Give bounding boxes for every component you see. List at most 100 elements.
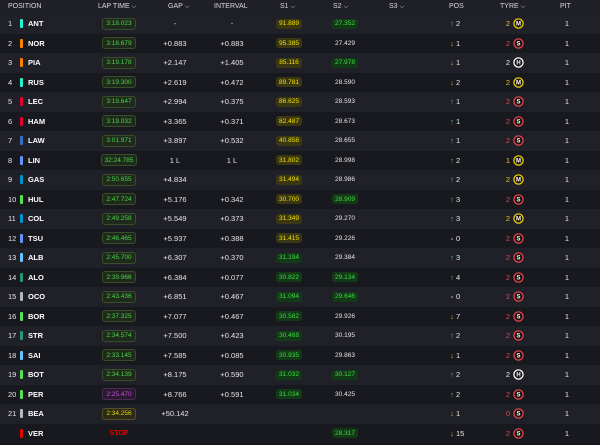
s2-sector: 29.863 (330, 346, 360, 366)
table-row[interactable]: 11 COL 2:49.258 +5.549 +0.373 31.349 29.270 ↑ 3 2… (0, 209, 600, 229)
s1-sector: 31.494 (274, 170, 304, 190)
tyre-compound-letter: S (516, 412, 520, 418)
lap-time: 3:19.178 (102, 53, 136, 73)
s1-sector: 86.625 (274, 92, 304, 112)
table-row[interactable]: 7 LAW 3:01.971 +3.897 +0.532 40.858 28.655 ↑ 1 2 S… (0, 131, 600, 151)
s2-sector: 28.317 (330, 424, 360, 444)
tyre-compound-icon: S (512, 34, 524, 54)
tyre-age: 2 (505, 389, 510, 399)
tyre-compound-letter: M (516, 158, 521, 164)
pit-count: 1 (564, 292, 570, 302)
pit-count: 1 (564, 233, 570, 243)
driver-code[interactable]: TSU (28, 229, 43, 249)
position-change: 1 (456, 58, 461, 68)
gap-value: +5.937 (163, 233, 187, 243)
table-row[interactable]: 21 BEA 2:34.256 +50.142 ↓ 1 0 S 1 (0, 404, 600, 424)
table-row[interactable]: 18 SAI 2:33.145 +7.585 +0.085 30.935 29.863 ↓ 1 2… (0, 345, 600, 366)
lap-time-pill: 3:18.023 (102, 17, 136, 30)
stop-label: STOP (109, 429, 129, 437)
header-gap[interactable]: GAP ⌵ (168, 3, 189, 11)
header-pos[interactable]: POS (449, 3, 464, 10)
header-s3[interactable]: S3 ⌵ (389, 3, 404, 11)
header-lap-time[interactable]: LAP TIME ⌵ (98, 3, 136, 11)
header-position[interactable]: POSITION (8, 3, 41, 10)
header-tyre[interactable]: TYRE ⌵ (500, 3, 525, 11)
driver-code[interactable]: STR (28, 326, 43, 346)
tyre-compound-letter: S (516, 236, 520, 242)
table-row[interactable]: 4 RUS 3:19.300 +2.619 +0.472 89.781 28.590 ↓ 2 2 M… (0, 72, 600, 93)
table-row[interactable]: 9 GAS 2:50.655 +4.834 31.494 28.986 ↑ 2 2 M 1 (0, 170, 600, 190)
table-row[interactable]: 6 HAM 3:19.032 +3.365 +0.371 82.487 28.673 ↑ 1 2 S… (0, 111, 600, 132)
lap-time: 32:24.785 (100, 151, 138, 171)
driver-code[interactable]: BOR (28, 307, 45, 327)
tyre-compound-icon: S (512, 385, 524, 405)
driver-code[interactable]: PER (28, 385, 43, 405)
interval-value: +0.591 (220, 389, 244, 399)
table-row[interactable]: 1 ANT 3:18.023- -91.889 27.352 ↑ 2 2 M 1 (0, 14, 600, 34)
tyre-age: 2 (505, 292, 510, 302)
s1-time: 30.468 (276, 330, 302, 341)
lap-time: 3:19.032 (102, 112, 136, 132)
s2-sector: 28.590 (330, 73, 360, 93)
header-interval[interactable]: INTERVAL (214, 3, 248, 10)
driver-code[interactable]: RUS (28, 73, 44, 93)
s1-time: 31.032 (276, 369, 302, 380)
driver-code[interactable]: LEC (28, 92, 43, 112)
tyre-compound-icon: M (512, 151, 524, 171)
table-row[interactable]: 16 BOR 2:37.325 +7.077 +0.467 30.582 29.926 ↓ 7 2… (0, 306, 600, 327)
driver-code[interactable]: HAM (28, 112, 45, 132)
interval-value: +0.467 (220, 311, 244, 321)
team-color-bar (20, 214, 23, 223)
interval-value: +0.373 (220, 214, 244, 224)
tyre-age: 2 (505, 77, 510, 87)
driver-code[interactable]: PIA (28, 53, 41, 73)
driver-code[interactable]: ALO (28, 268, 44, 288)
s2-time: 29.384 (335, 254, 355, 262)
table-row[interactable]: 14 ALO 2:39.966 +6.384 +0.077 30.822 29.134 ↑ 4 2… (0, 267, 600, 288)
team-color-bar (20, 370, 23, 379)
driver-code[interactable]: SAI (28, 346, 41, 366)
table-row[interactable]: 19 BOT 2:34.139 +8.175 +0.590 31.032 30.127 ↑ 2 2… (0, 365, 600, 385)
driver-code[interactable]: ANT (28, 14, 43, 34)
driver-code[interactable]: ALB (28, 248, 43, 268)
s2-sector (330, 404, 360, 424)
tyre-compound-icon: S (512, 307, 524, 327)
table-row[interactable]: 20 PER 2:25.470 +8.766 +0.591 31.034 30.425 ↑ 2 2… (0, 384, 600, 405)
driver-code[interactable]: BOT (28, 365, 44, 385)
driver-code[interactable]: GAS (28, 170, 44, 190)
driver-code[interactable]: COL (28, 209, 44, 229)
gap-value: +7.585 (163, 350, 187, 360)
chevron-down-icon: ⌵ (184, 4, 190, 10)
s1-time: 31.494 (276, 174, 302, 185)
table-row[interactable]: 5 LEC 3:19.647 +2.994 +0.375 86.625 28.593 ↑ 1 2 S… (0, 92, 600, 112)
driver-code[interactable]: NOR (28, 34, 45, 54)
table-row[interactable]: 10 HUL 2:47.724 +5.176 +0.342 30.700 28.909 ↑ 3 2… (0, 189, 600, 210)
lap-time-pill: 2:34.574 (102, 329, 136, 342)
table-row[interactable]: 15 OCO 2:43.436 +6.851 +0.467 31.094 29.646-0 2… (0, 287, 600, 307)
header-s2[interactable]: S2 ⌵ (333, 3, 348, 11)
driver-code[interactable]: OCO (28, 287, 45, 307)
lap-time: 3:18.023 (102, 14, 136, 34)
driver-code[interactable]: HUL (28, 190, 43, 210)
table-row[interactable]: 17 STR 2:34.574 +7.500 +0.423 30.468 30.195 ↑ 2 2… (0, 326, 600, 346)
driver-code[interactable]: LAW (28, 131, 45, 151)
header-s1[interactable]: S1 ⌵ (280, 3, 295, 11)
table-row[interactable]: 12 TSU 2:46.465 +5.937 +0.388 31.415 29.226-0 2… (0, 228, 600, 249)
interval-value: +0.423 (220, 331, 244, 341)
pit-count: 1 (564, 253, 570, 263)
table-row[interactable]: 13 ALB 2:45.700 +6.307 +0.370 31.194 29.384 ↑ 3 2… (0, 248, 600, 268)
table-row[interactable]: 3 PIA 3:19.178 +2.147 +1.405 85.116 27.978 ↓ 1 2 H… (0, 53, 600, 73)
header-pit[interactable]: PIT (560, 3, 571, 10)
table-header: POSITION LAP TIME ⌵ GAP ⌵ INTERVAL S1 ⌵ S2 ⌵… (0, 0, 600, 14)
table-row[interactable]: VER STOP 28.317 ↓ 15 2 S 1 (0, 423, 600, 444)
driver-code[interactable]: VER (28, 424, 43, 444)
table-row[interactable]: 2 NOR 3:18.679 +0.883 +0.883 95.385 27.429 ↓ 1 2 S… (0, 33, 600, 54)
team-color-bar (20, 19, 23, 28)
driver-code[interactable]: BEA (28, 404, 44, 424)
gap-value: +7.500 (163, 331, 187, 341)
lap-time: STOP (102, 424, 136, 444)
gap-value: +6.384 (163, 272, 187, 282)
table-row[interactable]: 8 LIN 32:24.785 1 L1 L 31.802 28.998 ↑ 2 1 M 1 (0, 150, 600, 171)
driver-code[interactable]: LIN (28, 151, 40, 171)
team-color-bar (20, 350, 23, 360)
